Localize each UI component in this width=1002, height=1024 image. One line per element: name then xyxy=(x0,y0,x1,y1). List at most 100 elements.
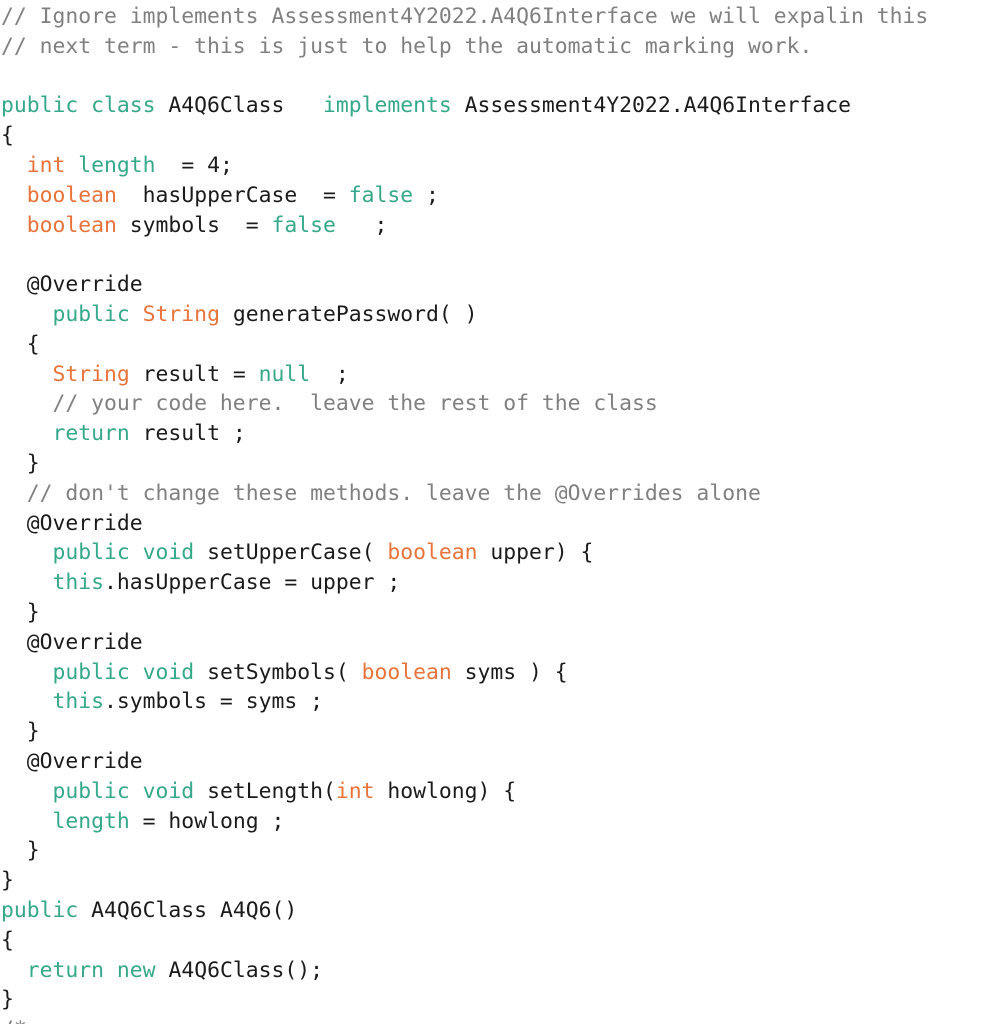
code-token-anno: @Override xyxy=(26,510,143,536)
code-line[interactable]: int length = 4; xyxy=(0,151,1002,181)
code-token-punct: } xyxy=(1,987,14,1013)
code-line[interactable]: } xyxy=(0,717,1002,747)
code-line[interactable]: @Override xyxy=(0,628,1002,658)
code-line[interactable]: length = howlong ; xyxy=(0,807,1002,837)
code-line[interactable]: this.symbols = syms ; xyxy=(0,687,1002,717)
code-token-plain: ; xyxy=(310,361,349,387)
code-token-comment: // next term - this is just to help the … xyxy=(1,33,813,59)
code-line[interactable]: boolean hasUpperCase = false ; xyxy=(0,181,1002,211)
code-line[interactable] xyxy=(0,62,1002,92)
code-token-keyword: false xyxy=(271,212,336,238)
code-token-punct: } xyxy=(26,599,40,625)
code-token-anno: @Override xyxy=(26,272,143,298)
code-line[interactable]: @Override xyxy=(0,270,1002,300)
code-line[interactable]: // don't change these methods. leave the… xyxy=(0,479,1002,509)
code-token-keyword: public class xyxy=(1,93,169,119)
code-line[interactable]: return new A4Q6Class(); xyxy=(0,956,1002,986)
code-line[interactable]: } xyxy=(0,449,1002,479)
code-token-type: String xyxy=(142,301,233,327)
code-token-plain: upper) { xyxy=(477,540,594,566)
code-token-keyword: public xyxy=(1,897,92,923)
code-token-punct: } xyxy=(26,838,40,864)
code-line[interactable] xyxy=(0,240,1002,270)
code-token-type: boolean xyxy=(361,659,452,685)
code-line[interactable]: } xyxy=(0,598,1002,628)
code-token-type: boolean xyxy=(26,212,117,238)
code-line[interactable]: return result ; xyxy=(0,419,1002,449)
code-line[interactable]: // next term - this is just to help the … xyxy=(0,32,1002,62)
code-token-keyword: null xyxy=(258,361,311,387)
code-line[interactable]: } xyxy=(0,836,1002,866)
code-token-keyword: public void xyxy=(52,540,208,566)
code-line[interactable]: boolean symbols = false ; xyxy=(0,211,1002,241)
code-token-type: boolean xyxy=(26,182,117,208)
code-token-type: String xyxy=(52,361,143,387)
code-token-punct: } xyxy=(1,868,14,894)
code-token-plain: Assessment4Y2022.A4Q6Interface xyxy=(464,93,851,119)
code-line[interactable]: public A4Q6Class A4Q6() xyxy=(0,896,1002,926)
code-line[interactable]: { xyxy=(0,121,1002,151)
code-token-plain: syms ) { xyxy=(451,659,568,685)
code-line[interactable]: { xyxy=(0,330,1002,360)
code-token-plain: A4Q6Class xyxy=(168,93,285,119)
code-token-comment: // don't change these methods. leave the… xyxy=(26,480,761,506)
code-token-keyword: implements xyxy=(322,93,465,119)
code-token-keyword: public xyxy=(52,301,143,327)
code-line[interactable]: public void setLength(int howlong) { xyxy=(0,777,1002,807)
code-line[interactable]: { xyxy=(0,926,1002,956)
code-token-plain: = 4; xyxy=(155,152,233,178)
code-line[interactable]: @Override xyxy=(0,747,1002,777)
code-token-plain: howlong) { xyxy=(374,778,517,804)
code-token-keyword: public void xyxy=(52,659,208,685)
code-token-plain: result ; xyxy=(142,421,246,447)
code-token-plain: .symbols = syms ; xyxy=(104,689,323,715)
code-token-plain: ; xyxy=(413,182,439,208)
code-token-keyword: public void xyxy=(52,778,208,804)
code-line[interactable]: } xyxy=(0,985,1002,1015)
code-line[interactable]: public void setUpperCase( boolean upper)… xyxy=(0,538,1002,568)
code-token-keyword: this xyxy=(52,689,105,715)
code-token-plain: result = xyxy=(142,361,259,387)
code-line[interactable]: @Override xyxy=(0,509,1002,539)
code-token-keyword: this xyxy=(52,570,105,596)
code-token-type: int xyxy=(26,152,79,178)
code-line[interactable]: String result = null ; xyxy=(0,360,1002,390)
code-line[interactable]: public class A4Q6Class implements Assess… xyxy=(0,91,1002,121)
code-line[interactable]: // your code here. leave the rest of the… xyxy=(0,389,1002,419)
code-token-keyword: return xyxy=(52,421,143,447)
code-token-punct: } xyxy=(26,450,40,476)
code-line[interactable]: public void setSymbols( boolean syms ) { xyxy=(0,658,1002,688)
code-line[interactable]: public String generatePassword( ) xyxy=(0,300,1002,330)
code-line-list: // Ignore implements Assessment4Y2022.A4… xyxy=(0,2,1002,1024)
code-token-type: boolean xyxy=(387,540,478,566)
code-token-plain: A4Q6Class(); xyxy=(168,957,323,983)
code-token-keyword: return new xyxy=(26,957,169,983)
code-token-comment: // your code here. leave the rest of the… xyxy=(52,391,658,417)
code-token-punct: { xyxy=(1,927,14,953)
code-line[interactable]: // Ignore implements Assessment4Y2022.A4… xyxy=(0,2,1002,32)
code-line[interactable]: } xyxy=(0,866,1002,896)
code-token-anno: @Override xyxy=(26,629,143,655)
code-token-plain: ; xyxy=(335,212,388,238)
code-token-plain: hasUpperCase = xyxy=(116,182,349,208)
code-editor-surface[interactable]: // Ignore implements Assessment4Y2022.A4… xyxy=(0,0,1002,1024)
code-line[interactable]: this.hasUpperCase = upper ; xyxy=(0,568,1002,598)
code-line[interactable]: /* xyxy=(0,1015,1002,1024)
